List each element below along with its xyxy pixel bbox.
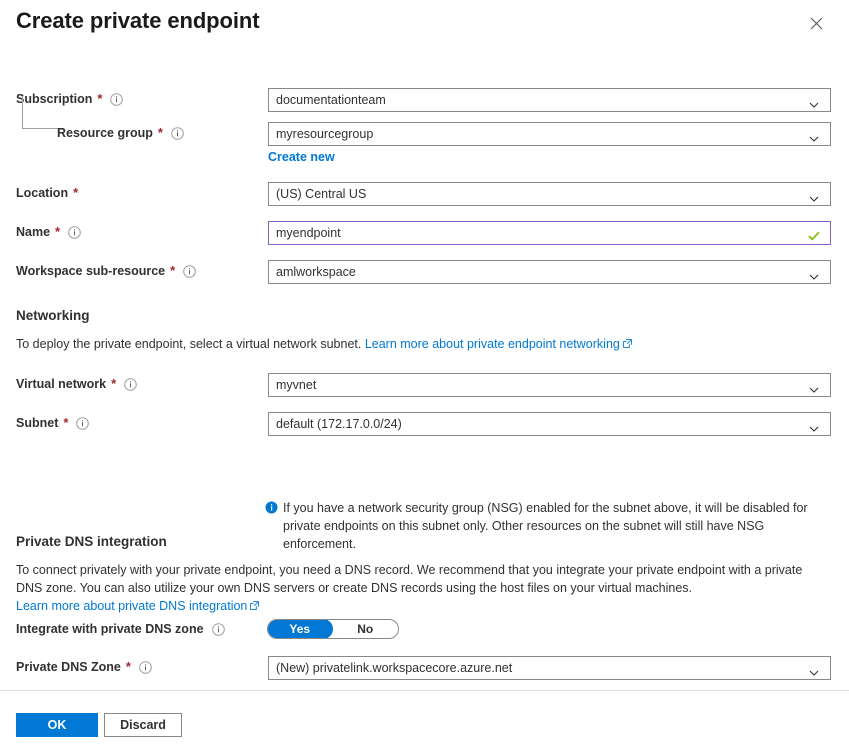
- required-marker: *: [158, 125, 163, 141]
- subnet-label: Subnet*: [16, 415, 89, 431]
- resource-group-label: Resource group*: [57, 125, 184, 141]
- dns-integration-description: To connect privately with your private e…: [16, 561, 818, 615]
- info-circle-icon[interactable]: [124, 378, 137, 391]
- dns-integration-section-title: Private DNS integration: [16, 534, 167, 549]
- info-circle-icon[interactable]: [76, 417, 89, 430]
- info-circle-icon[interactable]: [212, 623, 225, 636]
- close-button[interactable]: [802, 9, 830, 37]
- subnet-select[interactable]: default (172.17.0.0/24): [268, 412, 831, 436]
- required-marker: *: [170, 263, 175, 279]
- required-marker: *: [55, 224, 60, 240]
- nsg-info-callout: If you have a network security group (NS…: [265, 499, 831, 553]
- discard-button[interactable]: Discard: [104, 713, 182, 737]
- blade-header: Create private endpoint: [0, 0, 849, 58]
- page-title: Create private endpoint: [16, 8, 259, 34]
- networking-description-text: To deploy the private endpoint, select a…: [16, 337, 365, 351]
- toggle-option-no[interactable]: No: [333, 620, 399, 638]
- info-circle-icon[interactable]: [171, 127, 184, 140]
- private-dns-zone-select[interactable]: (New) privatelink.workspacecore.azure.ne…: [268, 656, 831, 680]
- nsg-info-text: If you have a network security group (NS…: [283, 499, 831, 553]
- private-dns-zone-label: Private DNS Zone*: [16, 659, 152, 675]
- location-label: Location*: [16, 185, 78, 201]
- external-link-icon: [250, 597, 259, 606]
- close-icon: [810, 17, 823, 30]
- info-circle-icon[interactable]: [139, 661, 152, 674]
- external-link-icon: [623, 335, 632, 344]
- workspace-sub-resource-label: Workspace sub-resource*: [16, 263, 196, 279]
- ok-button[interactable]: OK: [16, 713, 98, 737]
- dns-integration-learn-more-link[interactable]: Learn more about private DNS integration: [16, 599, 247, 613]
- workspace-sub-resource-select[interactable]: amlworkspace: [268, 260, 831, 284]
- create-new-resource-group-link[interactable]: Create new: [268, 150, 335, 164]
- required-marker: *: [126, 659, 131, 675]
- blade-footer: OK Discard: [0, 691, 849, 751]
- virtual-network-select[interactable]: myvnet: [268, 373, 831, 397]
- networking-description: To deploy the private endpoint, select a…: [16, 335, 818, 353]
- info-filled-icon: [265, 501, 278, 514]
- name-input[interactable]: myendpoint: [268, 221, 831, 245]
- location-select[interactable]: (US) Central US: [268, 182, 831, 206]
- info-circle-icon[interactable]: [110, 93, 123, 106]
- form-area: Subscription* documentationteam Resource…: [0, 58, 849, 690]
- resource-group-select[interactable]: myresourcegroup: [268, 122, 831, 146]
- toggle-option-yes[interactable]: Yes: [267, 619, 333, 639]
- integrate-dns-label: Integrate with private DNS zone: [16, 621, 225, 637]
- networking-learn-more-link[interactable]: Learn more about private endpoint networ…: [365, 337, 620, 351]
- required-marker: *: [73, 185, 78, 201]
- name-label: Name*: [16, 224, 81, 240]
- info-circle-icon[interactable]: [68, 226, 81, 239]
- info-circle-icon[interactable]: [183, 265, 196, 278]
- required-marker: *: [97, 91, 102, 107]
- subscription-label: Subscription*: [16, 91, 123, 107]
- required-marker: *: [63, 415, 68, 431]
- networking-section-title: Networking: [16, 308, 90, 323]
- required-marker: *: [111, 376, 116, 392]
- virtual-network-label: Virtual network*: [16, 376, 137, 392]
- integrate-dns-toggle[interactable]: Yes No: [267, 619, 399, 639]
- dns-integration-description-text: To connect privately with your private e…: [16, 563, 802, 595]
- subscription-select[interactable]: documentationteam: [268, 88, 831, 112]
